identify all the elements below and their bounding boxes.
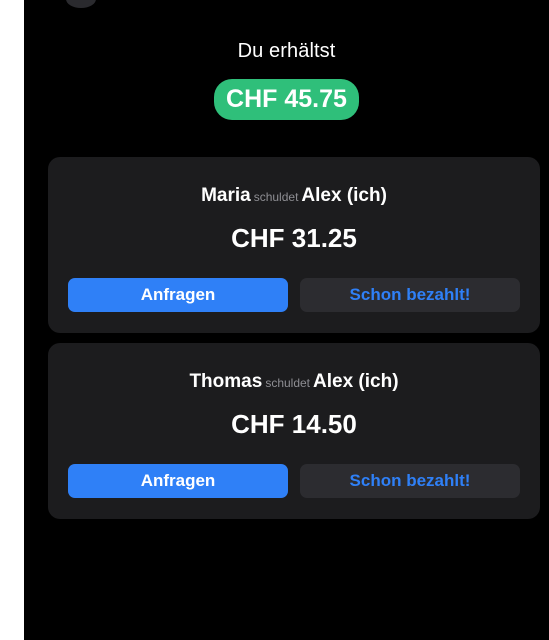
debt-card: Maria schuldet Alex (ich) CHF 31.25 Anfrag… — [48, 157, 540, 333]
debt-verb: schuldet — [265, 376, 311, 390]
already-paid-button[interactable]: Schon bezahlt! — [300, 278, 520, 312]
debt-card: Thomas schuldet Alex (ich) CHF 14.50 Anfra… — [48, 343, 540, 519]
debt-amount: CHF 14.50 — [231, 409, 357, 439]
summary-label: Du erhältst — [237, 40, 336, 62]
summary-header: Du erhältst CHF 45.75 — [24, 40, 549, 120]
creditor-name: Alex (ich) — [313, 371, 399, 392]
request-button[interactable]: Anfragen — [68, 464, 288, 498]
debt-verb: schuldet — [253, 190, 299, 204]
debt-amount: CHF 31.25 — [231, 223, 357, 253]
debtor-name: Maria — [201, 185, 251, 206]
app-screen: Du erhältst CHF 45.75 Maria schuldet Alex … — [24, 0, 549, 640]
debtor-name: Thomas — [189, 371, 263, 392]
status-indicator-icon — [66, 0, 96, 8]
debt-description: Thomas schuldet Alex (ich) — [48, 371, 540, 393]
debt-description: Maria schuldet Alex (ich) — [48, 185, 540, 207]
request-button[interactable]: Anfragen — [68, 278, 288, 312]
total-amount-badge: CHF 45.75 — [214, 79, 359, 120]
already-paid-button[interactable]: Schon bezahlt! — [300, 464, 520, 498]
creditor-name: Alex (ich) — [301, 185, 387, 206]
